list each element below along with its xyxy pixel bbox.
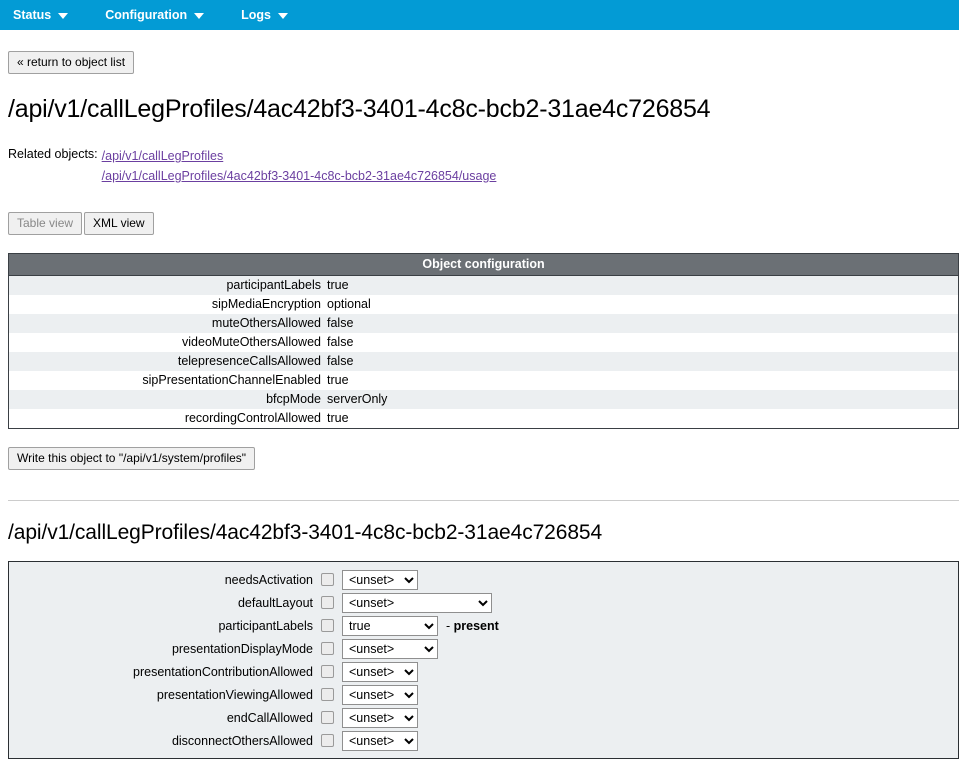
return-button-container: « return to object list <box>8 51 951 74</box>
table-cell-key: sipMediaEncryption <box>211 297 321 311</box>
field-label: disconnectOthersAllowed <box>171 733 313 748</box>
field-enable-checkbox[interactable] <box>321 711 334 724</box>
form-row-needsActivation: needsActivation <unset> <box>9 568 958 591</box>
table-row: sipPresentationChannelEnabled true <box>8 371 959 390</box>
nav-item-logs-label: Logs <box>241 8 271 22</box>
tab-xml-view[interactable]: XML view <box>84 212 154 235</box>
form-row-participantLabels: participantLabels true - present <box>9 614 958 637</box>
object-configuration-body: participantLabels true sipMediaEncryptio… <box>8 275 959 429</box>
table-cell-value: true <box>327 278 349 292</box>
top-navigation-bar: Status Configuration Logs <box>0 0 959 30</box>
table-cell-value: false <box>327 316 354 330</box>
field-enable-checkbox[interactable] <box>321 688 334 701</box>
present-note-text: present <box>453 618 499 633</box>
table-cell-value: serverOnly <box>327 392 388 406</box>
field-enable-checkbox[interactable] <box>321 642 334 655</box>
table-cell-key: bfcpMode <box>266 392 321 406</box>
table-row: participantLabels true <box>8 275 959 295</box>
table-row: muteOthersAllowed false <box>8 314 959 333</box>
chevron-down-icon <box>194 13 205 19</box>
table-cell-value: true <box>327 373 349 387</box>
field-label: presentationDisplayMode <box>171 641 313 656</box>
page-title: /api/v1/callLegProfiles/4ac42bf3-3401-4c… <box>8 95 711 123</box>
table-cell-key: videoMuteOthersAllowed <box>182 335 321 349</box>
object-configuration-header: Object configuration <box>8 253 959 276</box>
write-object-button-container: Write this object to "/api/v1/system/pro… <box>8 447 951 470</box>
field-select-disconnectOthersAllowed[interactable]: <unset> <box>342 730 418 751</box>
nav-item-status-label: Status <box>13 8 52 22</box>
table-cell-value: false <box>327 335 354 349</box>
chevron-down-icon <box>58 13 69 19</box>
field-select-presentationContributionAllowed[interactable]: <unset> <box>342 661 418 682</box>
nav-item-configuration-label: Configuration <box>105 8 188 22</box>
field-enable-checkbox[interactable] <box>321 573 334 586</box>
tab-table-view[interactable]: Table view <box>8 212 83 235</box>
field-label: endCallAllowed <box>226 710 313 725</box>
page-content: « return to object list /api/v1/callLegP… <box>0 51 959 759</box>
section-divider <box>8 500 959 501</box>
form-row-disconnectOthersAllowed: disconnectOthersAllowed <unset> <box>9 729 958 752</box>
nav-item-status[interactable]: Status <box>13 0 69 30</box>
table-cell-key: sipPresentationChannelEnabled <box>142 373 321 387</box>
form-row-presentationContributionAllowed: presentationContributionAllowed <unset> <box>9 660 958 683</box>
field-enable-checkbox[interactable] <box>321 734 334 747</box>
field-enable-checkbox[interactable] <box>321 596 334 609</box>
field-select-endCallAllowed[interactable]: <unset> <box>342 707 418 728</box>
field-select-presentationViewingAllowed[interactable]: <unset> <box>342 684 418 705</box>
object-configuration-table: Object configuration participantLabels t… <box>8 253 959 429</box>
table-cell-key: telepresenceCallsAllowed <box>177 354 321 368</box>
edit-section-title: /api/v1/callLegProfiles/4ac42bf3-3401-4c… <box>8 521 603 544</box>
write-object-button[interactable]: Write this object to "/api/v1/system/pro… <box>8 447 256 470</box>
table-cell-key: recordingControlAllowed <box>184 411 321 425</box>
return-to-object-list-button[interactable]: « return to object list <box>8 51 135 74</box>
field-select-needsActivation[interactable]: <unset> <box>342 569 418 590</box>
table-cell-value: true <box>327 411 349 425</box>
related-link-call-leg-profile-usage[interactable]: /api/v1/callLegProfiles/4ac42bf3-3401-4c… <box>102 166 497 186</box>
field-select-presentationDisplayMode[interactable]: <unset> <box>342 638 438 659</box>
form-row-endCallAllowed: endCallAllowed <unset> <box>9 706 958 729</box>
form-row-defaultLayout: defaultLayout <unset> <box>9 591 958 614</box>
related-objects-section: Related objects: /api/v1/callLegProfiles… <box>8 146 951 186</box>
field-label: needsActivation <box>224 572 313 587</box>
field-label: defaultLayout <box>237 595 313 610</box>
field-label: participantLabels <box>218 618 313 633</box>
nav-item-configuration[interactable]: Configuration <box>105 0 205 30</box>
table-cell-key: participantLabels <box>226 278 321 292</box>
table-row: bfcpMode serverOnly <box>8 390 959 409</box>
table-header-row: Object configuration <box>8 253 959 276</box>
table-row: telepresenceCallsAllowed false <box>8 352 959 371</box>
field-label: presentationViewingAllowed <box>156 687 313 702</box>
table-cell-value: optional <box>327 297 371 311</box>
table-cell-key: muteOthersAllowed <box>211 316 321 330</box>
related-link-call-leg-profiles[interactable]: /api/v1/callLegProfiles <box>102 146 497 166</box>
table-row: recordingControlAllowed true <box>8 409 959 429</box>
field-enable-checkbox[interactable] <box>321 619 334 632</box>
related-objects-links: /api/v1/callLegProfiles /api/v1/callLegP… <box>102 146 497 186</box>
form-row-presentationDisplayMode: presentationDisplayMode <unset> <box>9 637 958 660</box>
table-row: sipMediaEncryption optional <box>8 295 959 314</box>
field-enable-checkbox[interactable] <box>321 665 334 678</box>
table-cell-value: false <box>327 354 354 368</box>
chevron-down-icon <box>278 13 288 19</box>
view-mode-tabs: Table view XML view <box>8 212 951 235</box>
related-objects-label: Related objects: <box>8 147 98 161</box>
form-row-presentationViewingAllowed: presentationViewingAllowed <unset> <box>9 683 958 706</box>
field-present-note: - present <box>446 618 499 633</box>
table-row: videoMuteOthersAllowed false <box>8 333 959 352</box>
nav-item-logs[interactable]: Logs <box>241 0 288 30</box>
field-select-participantLabels[interactable]: true <box>342 615 438 636</box>
field-select-defaultLayout[interactable]: <unset> <box>342 592 492 613</box>
object-edit-form: needsActivation <unset> defaultLayout <u… <box>8 561 959 759</box>
field-label: presentationContributionAllowed <box>133 664 313 679</box>
